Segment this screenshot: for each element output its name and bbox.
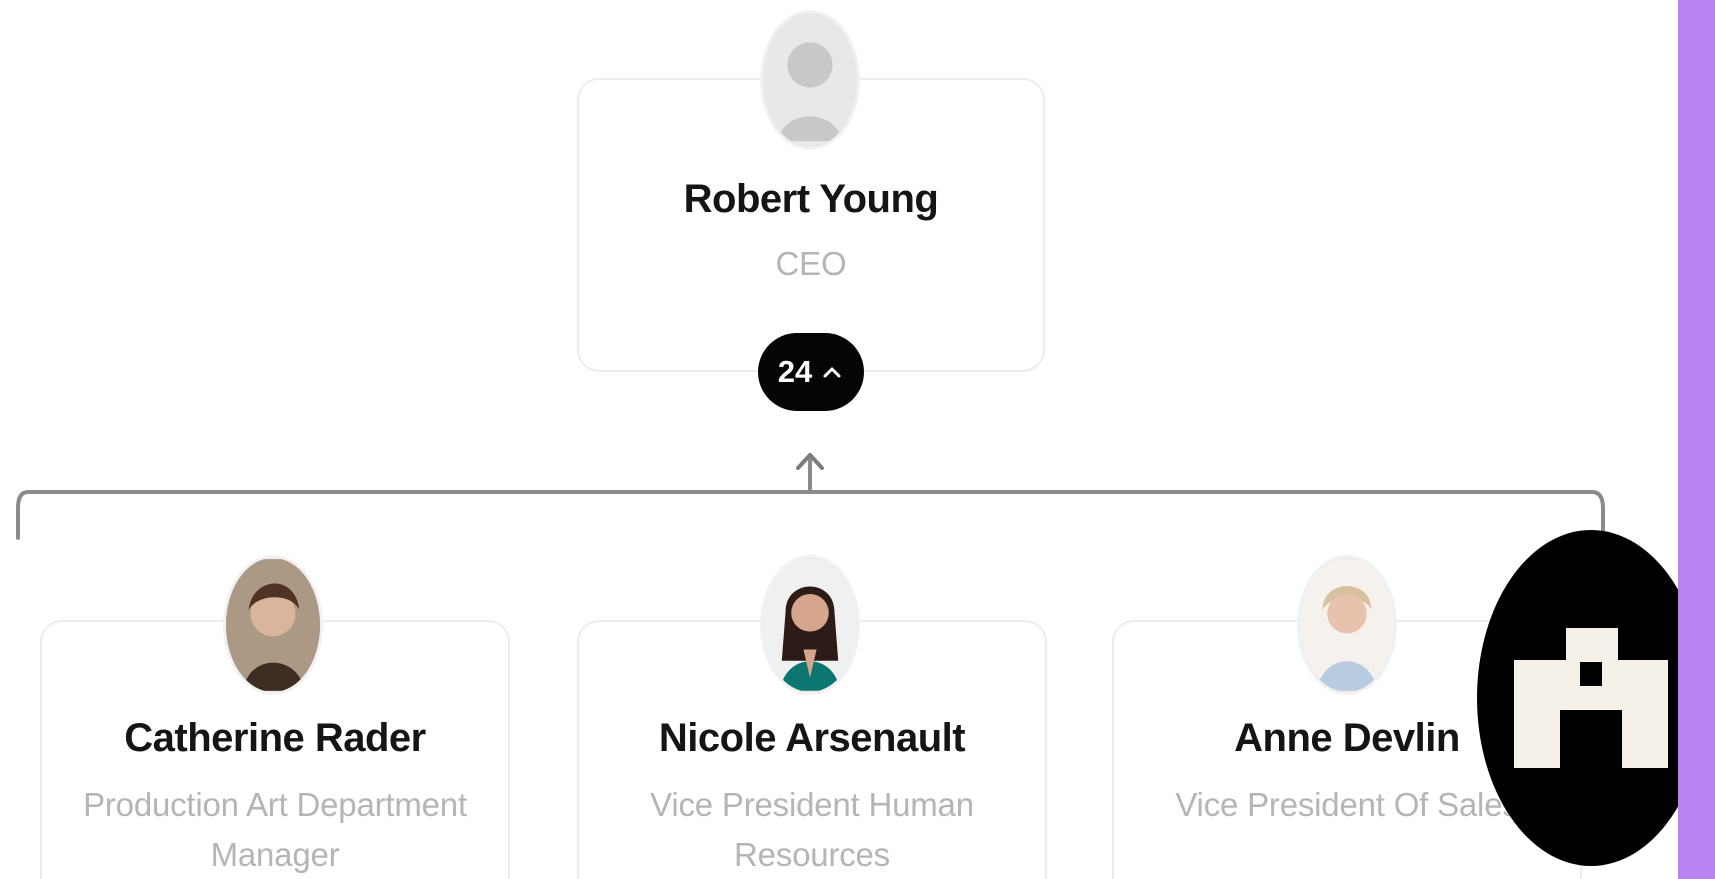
person-photo-icon <box>1297 555 1397 695</box>
brand-mark-icon <box>1514 628 1668 768</box>
person-name: Nicole Arsenault <box>658 716 966 760</box>
expand-reports-button[interactable]: 24 <box>758 333 864 411</box>
person-role: CEO <box>775 245 847 282</box>
person-name: Robert Young <box>683 177 939 221</box>
brand-logo-icon[interactable] <box>1477 530 1705 866</box>
person-role: Vice President Human Resources <box>650 786 974 873</box>
person-role: Production Art Department Manager <box>83 786 467 873</box>
person-photo-icon <box>760 555 860 695</box>
chevron-up-icon <box>823 367 841 378</box>
right-accent-panel <box>1678 0 1715 879</box>
person-photo-icon <box>223 555 323 695</box>
reports-count: 24 <box>777 354 813 389</box>
person-name: Catherine Rader <box>124 716 426 760</box>
org-chart-canvas: Robert Young CEO 24 Catherine Rader Prod… <box>0 0 1715 879</box>
user-placeholder-icon <box>760 10 860 150</box>
